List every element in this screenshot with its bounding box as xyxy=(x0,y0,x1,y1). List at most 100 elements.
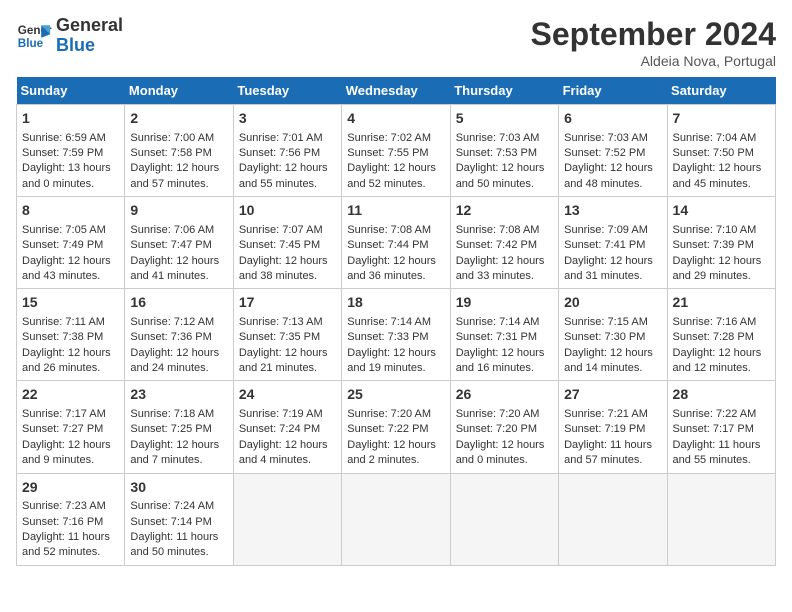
day-number: 17 xyxy=(239,293,336,313)
day-header-thursday: Thursday xyxy=(450,77,558,105)
day-number: 1 xyxy=(22,109,119,129)
calendar-cell: 8Sunrise: 7:05 AMSunset: 7:49 PMDaylight… xyxy=(17,197,125,289)
daylight-text: Daylight: 12 hours and 7 minutes. xyxy=(130,439,219,466)
calendar-cell: 19Sunrise: 7:14 AMSunset: 7:31 PMDayligh… xyxy=(450,289,558,381)
calendar-cell: 16 Sunrise: 7:12 AM Sunset: 7:36 PM Dayligh… xyxy=(125,289,233,381)
sunrise-text: Sunrise: 7:14 AM xyxy=(347,316,431,328)
sunset-text: Sunset: 7:50 PM xyxy=(673,147,754,159)
logo-text: General Blue xyxy=(56,16,123,56)
day-number: 4 xyxy=(347,109,444,129)
calendar-cell: 4 Sunrise: 7:02 AM Sunset: 7:55 PM Daylight… xyxy=(342,105,450,197)
calendar-cell: 18Sunrise: 7:14 AMSunset: 7:33 PMDayligh… xyxy=(342,289,450,381)
sunset-text: Sunset: 7:27 PM xyxy=(22,423,103,435)
day-number: 13 xyxy=(564,201,661,221)
daylight-text: Daylight: 12 hours and 33 minutes. xyxy=(456,255,545,282)
calendar-week-row: 15Sunrise: 7:11 AMSunset: 7:38 PMDayligh… xyxy=(17,289,776,381)
sunset-text: Sunset: 7:22 PM xyxy=(347,423,428,435)
calendar-cell: 28Sunrise: 7:22 AMSunset: 7:17 PMDayligh… xyxy=(667,381,775,473)
daylight-text: Daylight: 12 hours and 45 minutes. xyxy=(673,162,762,189)
sunset-text: Sunset: 7:55 PM xyxy=(347,147,428,159)
calendar-cell: 15Sunrise: 7:11 AMSunset: 7:38 PMDayligh… xyxy=(17,289,125,381)
daylight-text: Daylight: 12 hours and 57 minutes. xyxy=(130,162,219,189)
day-number: 29 xyxy=(22,478,119,498)
day-number: 9 xyxy=(130,201,227,221)
daylight-text: Daylight: 12 hours and 29 minutes. xyxy=(673,255,762,282)
sunrise-text: Sunrise: 7:10 AM xyxy=(673,224,757,236)
sunrise-text: Sunrise: 7:11 AM xyxy=(22,316,105,328)
sunrise-text: Sunrise: 7:07 AM xyxy=(239,224,323,236)
sunrise-text: Sunrise: 7:23 AM xyxy=(22,500,106,512)
day-number: 12 xyxy=(456,201,553,221)
sunset-text: Sunset: 7:19 PM xyxy=(564,423,645,435)
sunrise-text: Sunrise: 7:22 AM xyxy=(673,408,757,420)
daylight-text: Daylight: 12 hours and 50 minutes. xyxy=(456,162,545,189)
sunset-text: Sunset: 7:39 PM xyxy=(673,239,754,251)
daylight-text: Daylight: 12 hours and 0 minutes. xyxy=(456,439,545,466)
sunset-text: Sunset: 7:14 PM xyxy=(130,516,211,528)
sunrise-text: Sunrise: 7:03 AM xyxy=(456,132,540,144)
sunrise-text: Sunrise: 7:13 AM xyxy=(239,316,323,328)
daylight-text: Daylight: 11 hours and 57 minutes. xyxy=(564,439,652,466)
sunset-text: Sunset: 7:45 PM xyxy=(239,239,320,251)
sunrise-text: Sunrise: 7:12 AM xyxy=(130,316,214,328)
sunrise-text: Sunrise: 7:24 AM xyxy=(130,500,214,512)
sunset-text: Sunset: 7:52 PM xyxy=(564,147,645,159)
calendar-cell: 7Sunrise: 7:04 AMSunset: 7:50 PMDaylight… xyxy=(667,105,775,197)
sunset-text: Sunset: 7:31 PM xyxy=(456,331,537,343)
calendar-cell: 20Sunrise: 7:15 AMSunset: 7:30 PMDayligh… xyxy=(559,289,667,381)
sunset-text: Sunset: 7:53 PM xyxy=(456,147,537,159)
calendar-cell: 25Sunrise: 7:20 AMSunset: 7:22 PMDayligh… xyxy=(342,381,450,473)
sunset-text: Sunset: 7:38 PM xyxy=(22,331,103,343)
sunset-text: Sunset: 7:59 PM xyxy=(22,147,103,159)
day-header-saturday: Saturday xyxy=(667,77,775,105)
sunrise-text: Sunrise: 7:02 AM xyxy=(347,132,431,144)
sunrise-text: Sunrise: 7:20 AM xyxy=(347,408,431,420)
header: General Blue General Blue September 2024… xyxy=(16,16,776,69)
daylight-text: Daylight: 12 hours and 52 minutes. xyxy=(347,162,436,189)
day-number: 20 xyxy=(564,293,661,313)
daylight-text: Daylight: 12 hours and 31 minutes. xyxy=(564,255,653,282)
calendar-cell: 17Sunrise: 7:13 AMSunset: 7:35 PMDayligh… xyxy=(233,289,341,381)
calendar-header-row: SundayMondayTuesdayWednesdayThursdayFrid… xyxy=(17,77,776,105)
sunset-text: Sunset: 7:24 PM xyxy=(239,423,320,435)
sunrise-text: Sunrise: 7:04 AM xyxy=(673,132,757,144)
calendar-cell: 3Sunrise: 7:01 AMSunset: 7:56 PMDaylight… xyxy=(233,105,341,197)
sunset-text: Sunset: 7:28 PM xyxy=(673,331,754,343)
sunset-text: Sunset: 7:36 PM xyxy=(130,331,211,343)
calendar-table: SundayMondayTuesdayWednesdayThursdayFrid… xyxy=(16,77,776,566)
day-number: 10 xyxy=(239,201,336,221)
calendar-cell xyxy=(233,473,341,565)
daylight-text: Daylight: 12 hours and 41 minutes. xyxy=(130,255,219,282)
sunrise-text: Sunrise: 7:05 AM xyxy=(22,224,106,236)
sunset-text: Sunset: 7:33 PM xyxy=(347,331,428,343)
daylight-text: Daylight: 12 hours and 14 minutes. xyxy=(564,347,653,374)
daylight-text: Daylight: 12 hours and 9 minutes. xyxy=(22,439,111,466)
sunset-text: Sunset: 7:44 PM xyxy=(347,239,428,251)
sunrise-text: Sunrise: 7:09 AM xyxy=(564,224,648,236)
calendar-week-row: 8Sunrise: 7:05 AMSunset: 7:49 PMDaylight… xyxy=(17,197,776,289)
daylight-text: Daylight: 12 hours and 21 minutes. xyxy=(239,347,328,374)
daylight-text: Daylight: 11 hours and 55 minutes. xyxy=(673,439,761,466)
sunset-text: Sunset: 7:17 PM xyxy=(673,423,754,435)
sunrise-text: Sunrise: 7:06 AM xyxy=(130,224,214,236)
sunrise-text: Sunrise: 7:17 AM xyxy=(22,408,106,420)
sunset-text: Sunset: 7:25 PM xyxy=(130,423,211,435)
day-number: 16 xyxy=(130,293,227,313)
daylight-text: Daylight: 12 hours and 16 minutes. xyxy=(456,347,545,374)
daylight-text: Daylight: 12 hours and 19 minutes. xyxy=(347,347,436,374)
sunrise-text: Sunrise: 7:14 AM xyxy=(456,316,540,328)
sunset-text: Sunset: 7:42 PM xyxy=(456,239,537,251)
sunrise-text: Sunrise: 7:21 AM xyxy=(564,408,648,420)
daylight-text: Daylight: 12 hours and 36 minutes. xyxy=(347,255,436,282)
daylight-text: Daylight: 12 hours and 4 minutes. xyxy=(239,439,328,466)
day-number: 11 xyxy=(347,201,444,221)
daylight-text: Daylight: 12 hours and 43 minutes. xyxy=(22,255,111,282)
day-number: 25 xyxy=(347,385,444,405)
daylight-text: Daylight: 11 hours and 50 minutes. xyxy=(130,531,218,558)
calendar-cell: 9Sunrise: 7:06 AMSunset: 7:47 PMDaylight… xyxy=(125,197,233,289)
daylight-text: Daylight: 12 hours and 24 minutes. xyxy=(130,347,219,374)
day-number: 24 xyxy=(239,385,336,405)
day-header-friday: Friday xyxy=(559,77,667,105)
day-number: 2 xyxy=(130,109,227,129)
day-header-monday: Monday xyxy=(125,77,233,105)
